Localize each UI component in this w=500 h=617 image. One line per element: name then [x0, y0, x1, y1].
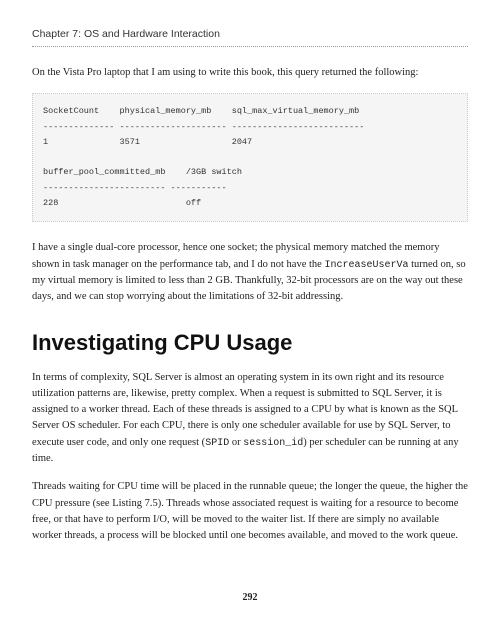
code-output-block: SocketCount physical_memory_mb sql_max_v… [32, 93, 468, 222]
intro-paragraph: On the Vista Pro laptop that I am using … [32, 65, 468, 81]
paragraph-3: In terms of complexity, SQL Server is al… [32, 370, 468, 468]
paragraph-2: I have a single dual-core processor, hen… [32, 240, 468, 305]
chapter-header: Chapter 7: OS and Hardware Interaction [32, 28, 468, 47]
paragraph-4: Threads waiting for CPU time will be pla… [32, 479, 468, 544]
para3-mid: or [229, 437, 243, 448]
page-number: 292 [0, 592, 500, 603]
section-heading: Investigating CPU Usage [32, 330, 468, 356]
inline-code-session-id: session_id [243, 438, 303, 449]
inline-code-spid: SPID [205, 438, 229, 449]
inline-code-increaseuserva: IncreaseUserVa [324, 260, 408, 271]
